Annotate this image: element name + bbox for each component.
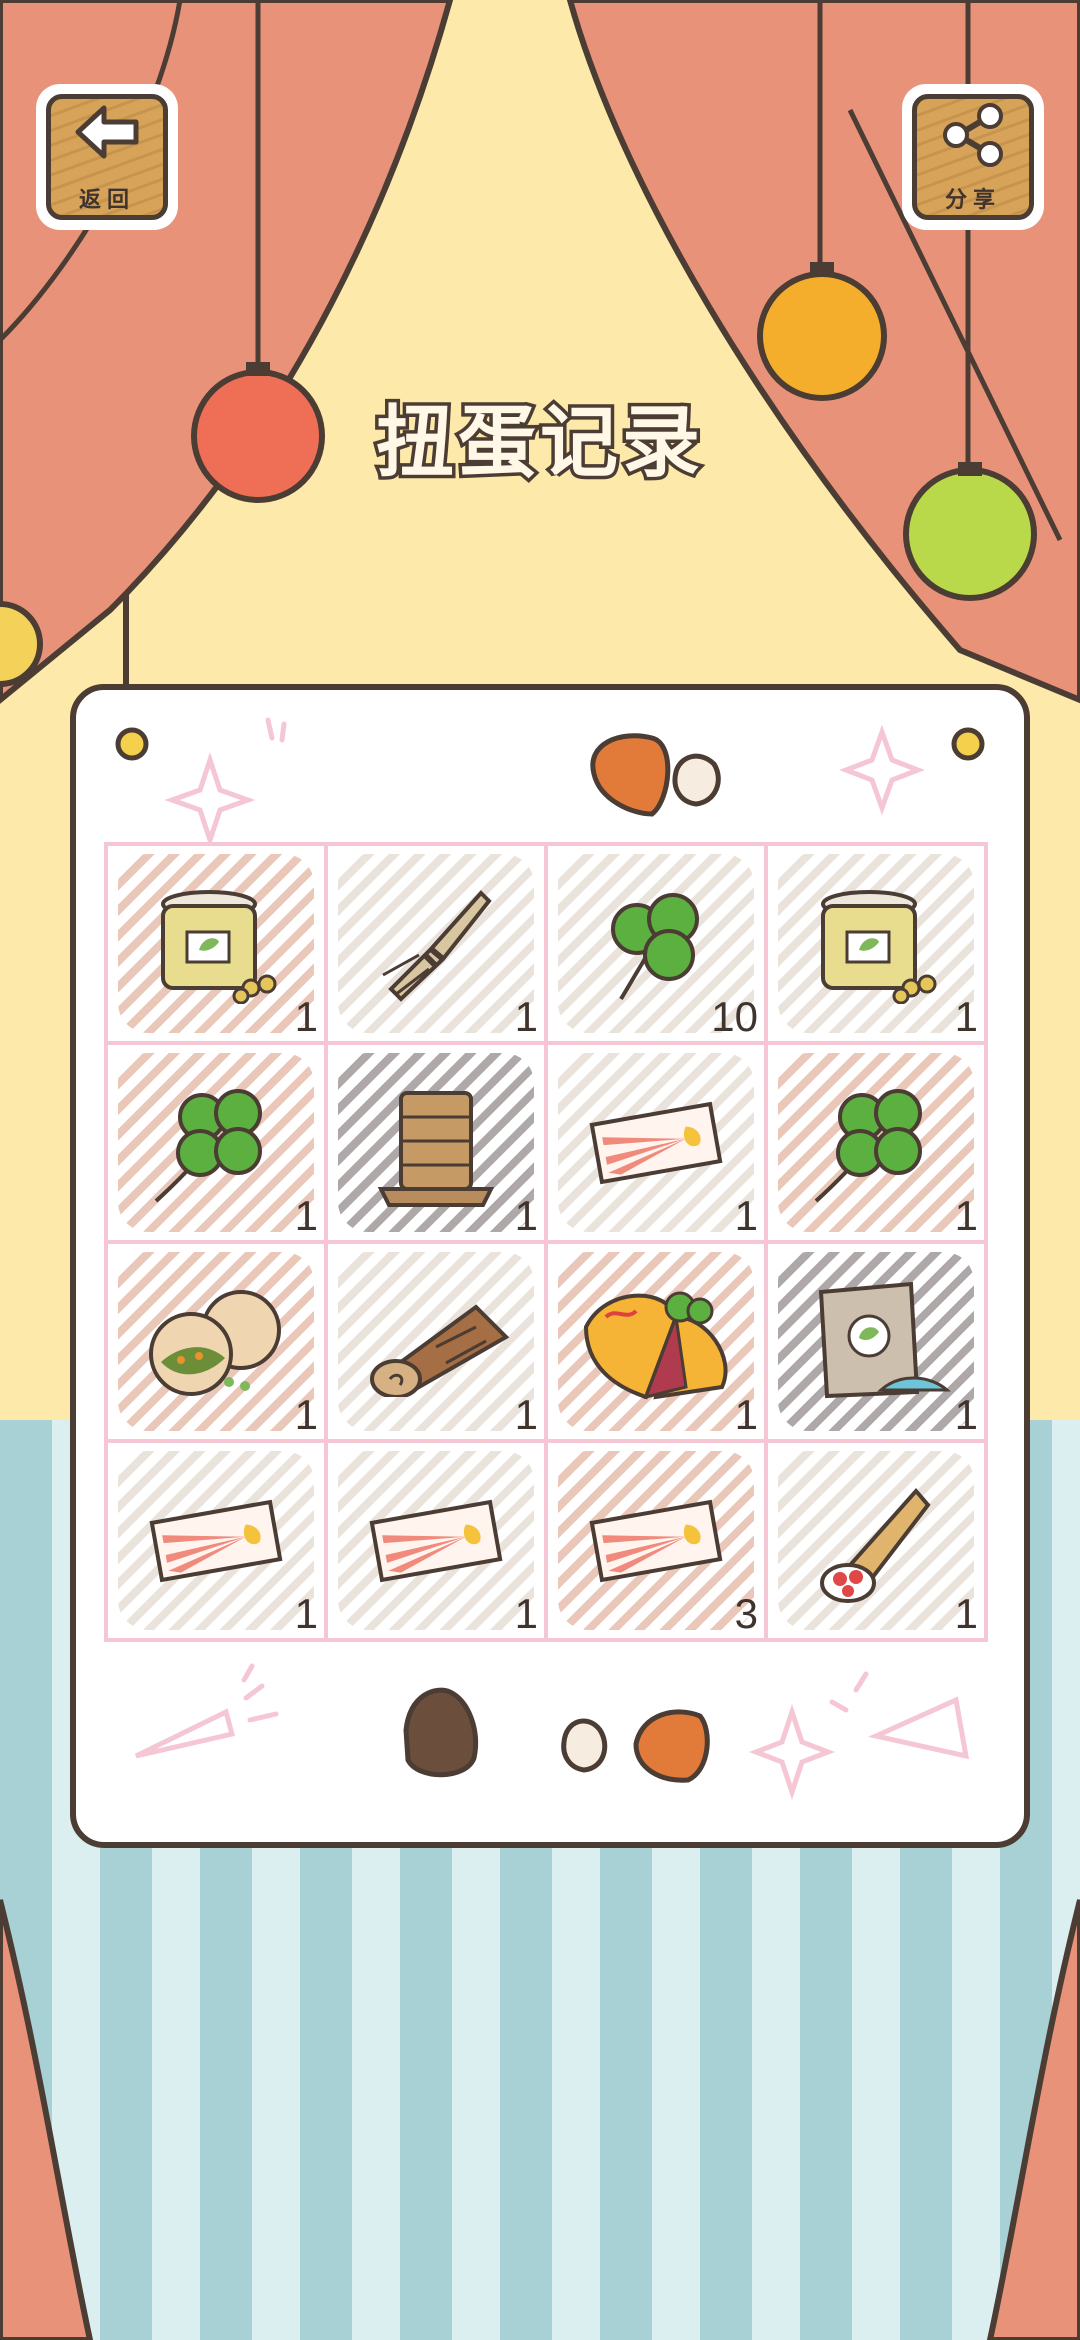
item-count: 1 bbox=[954, 1590, 978, 1637]
item-count: 1 bbox=[734, 1391, 758, 1438]
grid-cell[interactable]: 3 bbox=[548, 1443, 764, 1638]
grid-cell[interactable]: 1 bbox=[108, 1045, 324, 1240]
item-count: 1 bbox=[514, 1192, 538, 1239]
grid-cell[interactable]: 1 bbox=[768, 1443, 984, 1638]
share-icon bbox=[943, 103, 1003, 167]
grid-cell[interactable]: 10 bbox=[548, 846, 764, 1041]
item-count: 1 bbox=[514, 1590, 538, 1637]
item-count: 1 bbox=[734, 1192, 758, 1239]
item-count: 1 bbox=[294, 1192, 318, 1239]
grid-cell[interactable]: 1 bbox=[108, 1443, 324, 1638]
grid-cell[interactable]: 1 bbox=[768, 846, 984, 1041]
item-count: 1 bbox=[294, 1590, 318, 1637]
arrow-left-icon bbox=[75, 105, 139, 159]
item-count: 1 bbox=[954, 1391, 978, 1438]
item-count: 3 bbox=[734, 1590, 758, 1637]
item-count: 1 bbox=[954, 993, 978, 1040]
grid-cell[interactable]: 1 bbox=[328, 1244, 544, 1439]
item-count: 1 bbox=[294, 993, 318, 1040]
item-count: 1 bbox=[514, 1391, 538, 1438]
share-button-label: 分享 bbox=[944, 188, 1001, 213]
back-button-label: 返回 bbox=[78, 188, 135, 213]
grid-cell[interactable]: 1 bbox=[108, 1244, 324, 1439]
grid-cell[interactable]: 1 bbox=[548, 1244, 764, 1439]
page-title: 扭蛋记录 bbox=[372, 395, 704, 492]
item-count: 1 bbox=[294, 1391, 318, 1438]
back-button[interactable]: 返回 bbox=[40, 88, 174, 226]
grid-cell[interactable]: 1 bbox=[768, 1244, 984, 1439]
item-count: 10 bbox=[711, 993, 758, 1040]
grid-cell[interactable]: 1 bbox=[328, 846, 544, 1041]
grid-cell[interactable]: 1 bbox=[548, 1045, 764, 1240]
share-button[interactable]: 分享 bbox=[906, 88, 1040, 226]
item-count: 1 bbox=[954, 1192, 978, 1239]
item-count: 1 bbox=[514, 993, 538, 1040]
grid-cell[interactable]: 1 bbox=[328, 1045, 544, 1240]
grid-cell[interactable]: 1 bbox=[768, 1045, 984, 1240]
item-grid: 1 1 10 1 1 1 1 1 1 1 1 1 1 1 3 1 bbox=[104, 842, 988, 1642]
grid-cell[interactable]: 1 bbox=[108, 846, 324, 1041]
grid-cell[interactable]: 1 bbox=[328, 1443, 544, 1638]
